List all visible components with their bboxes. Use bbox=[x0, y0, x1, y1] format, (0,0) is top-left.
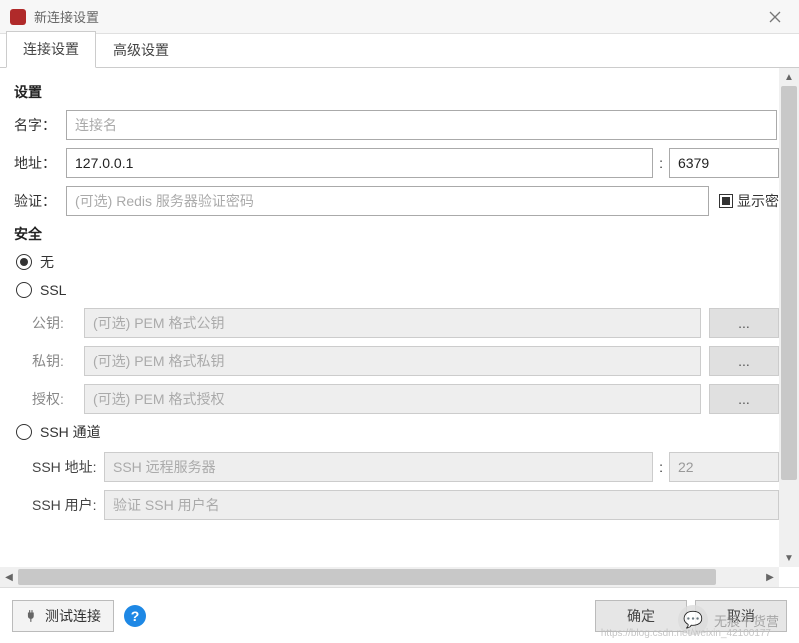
radio-icon bbox=[16, 424, 32, 440]
scroll-left-icon: ◀ bbox=[0, 567, 18, 587]
radio-ssh[interactable]: SSH 通道 bbox=[16, 422, 779, 442]
show-password-label: 显示密 bbox=[737, 191, 779, 211]
scroll-viewport: 设置 名字： 地址： : 验证： 显示密 安全 无 SSL bbox=[0, 68, 779, 567]
browse-authkey-button[interactable]: ... bbox=[709, 384, 779, 414]
label-ssh-host: SSH 地址: bbox=[14, 457, 104, 477]
radio-icon bbox=[16, 254, 32, 270]
radio-ssl-label: SSL bbox=[40, 282, 66, 298]
show-password-toggle[interactable]: 显示密 bbox=[719, 191, 779, 211]
app-icon bbox=[10, 9, 26, 25]
addr-colon: : bbox=[653, 155, 669, 171]
window-title: 新连接设置 bbox=[34, 7, 761, 26]
hscroll-track bbox=[18, 567, 761, 587]
label-address: 地址： bbox=[14, 153, 66, 173]
label-ssh-user: SSH 用户: bbox=[14, 495, 104, 515]
auth-input[interactable] bbox=[66, 186, 709, 216]
help-button[interactable]: ? bbox=[124, 605, 146, 627]
footer: 测试连接 ? 确定 取消 💬 无痕干货营 https://blog.csdn.n… bbox=[0, 587, 799, 643]
security-heading: 安全 bbox=[14, 224, 779, 244]
vertical-scrollbar[interactable]: ▲ ▼ bbox=[779, 68, 799, 567]
radio-none[interactable]: 无 bbox=[16, 252, 779, 272]
row-name: 名字： bbox=[14, 110, 779, 140]
cancel-button[interactable]: 取消 bbox=[695, 600, 787, 632]
radio-none-label: 无 bbox=[40, 252, 54, 272]
row-pubkey: 公钥: ... bbox=[14, 308, 779, 338]
row-auth: 验证： 显示密 bbox=[14, 186, 779, 216]
horizontal-scrollbar[interactable]: ◀ ▶ bbox=[0, 567, 779, 587]
row-authkey: 授权: ... bbox=[14, 384, 779, 414]
ssh-user-input bbox=[104, 490, 779, 520]
host-input[interactable] bbox=[66, 148, 653, 178]
privkey-input bbox=[84, 346, 701, 376]
radio-ssl[interactable]: SSL bbox=[16, 282, 779, 298]
pubkey-input bbox=[84, 308, 701, 338]
label-name: 名字： bbox=[14, 115, 66, 135]
vscroll-thumb[interactable] bbox=[781, 86, 797, 480]
plug-icon bbox=[25, 609, 39, 623]
label-authkey: 授权: bbox=[14, 389, 84, 409]
name-input[interactable] bbox=[66, 110, 777, 140]
tab-connection[interactable]: 连接设置 bbox=[6, 31, 96, 68]
test-connection-button[interactable]: 测试连接 bbox=[12, 600, 114, 632]
label-pubkey: 公钥: bbox=[14, 313, 84, 333]
row-address: 地址： : bbox=[14, 148, 779, 178]
test-connection-label: 测试连接 bbox=[45, 606, 101, 626]
titlebar: 新连接设置 bbox=[0, 0, 799, 34]
close-icon bbox=[769, 11, 781, 23]
tab-advanced[interactable]: 高级设置 bbox=[96, 32, 186, 68]
content-area: 设置 名字： 地址： : 验证： 显示密 安全 无 SSL bbox=[0, 68, 799, 587]
settings-heading: 设置 bbox=[14, 82, 779, 102]
scroll-down-icon: ▼ bbox=[779, 549, 799, 567]
vscroll-track bbox=[779, 86, 799, 549]
close-button[interactable] bbox=[761, 3, 789, 31]
ssh-host-input bbox=[104, 452, 653, 482]
row-privkey: 私钥: ... bbox=[14, 346, 779, 376]
row-ssh-host: SSH 地址: : bbox=[14, 452, 779, 482]
ssh-colon: : bbox=[653, 459, 669, 475]
label-auth: 验证： bbox=[14, 191, 66, 211]
radio-ssh-label: SSH 通道 bbox=[40, 422, 101, 442]
tabs: 连接设置 高级设置 bbox=[0, 34, 799, 68]
scroll-right-icon: ▶ bbox=[761, 567, 779, 587]
radio-icon bbox=[16, 282, 32, 298]
ssh-port-input bbox=[669, 452, 779, 482]
ok-button[interactable]: 确定 bbox=[595, 600, 687, 632]
row-ssh-user: SSH 用户: bbox=[14, 490, 779, 520]
hscroll-thumb[interactable] bbox=[18, 569, 716, 585]
checkbox-icon bbox=[719, 194, 733, 208]
authkey-input bbox=[84, 384, 701, 414]
browse-privkey-button[interactable]: ... bbox=[709, 346, 779, 376]
browse-pubkey-button[interactable]: ... bbox=[709, 308, 779, 338]
label-privkey: 私钥: bbox=[14, 351, 84, 371]
port-input[interactable] bbox=[669, 148, 779, 178]
scroll-up-icon: ▲ bbox=[779, 68, 799, 86]
